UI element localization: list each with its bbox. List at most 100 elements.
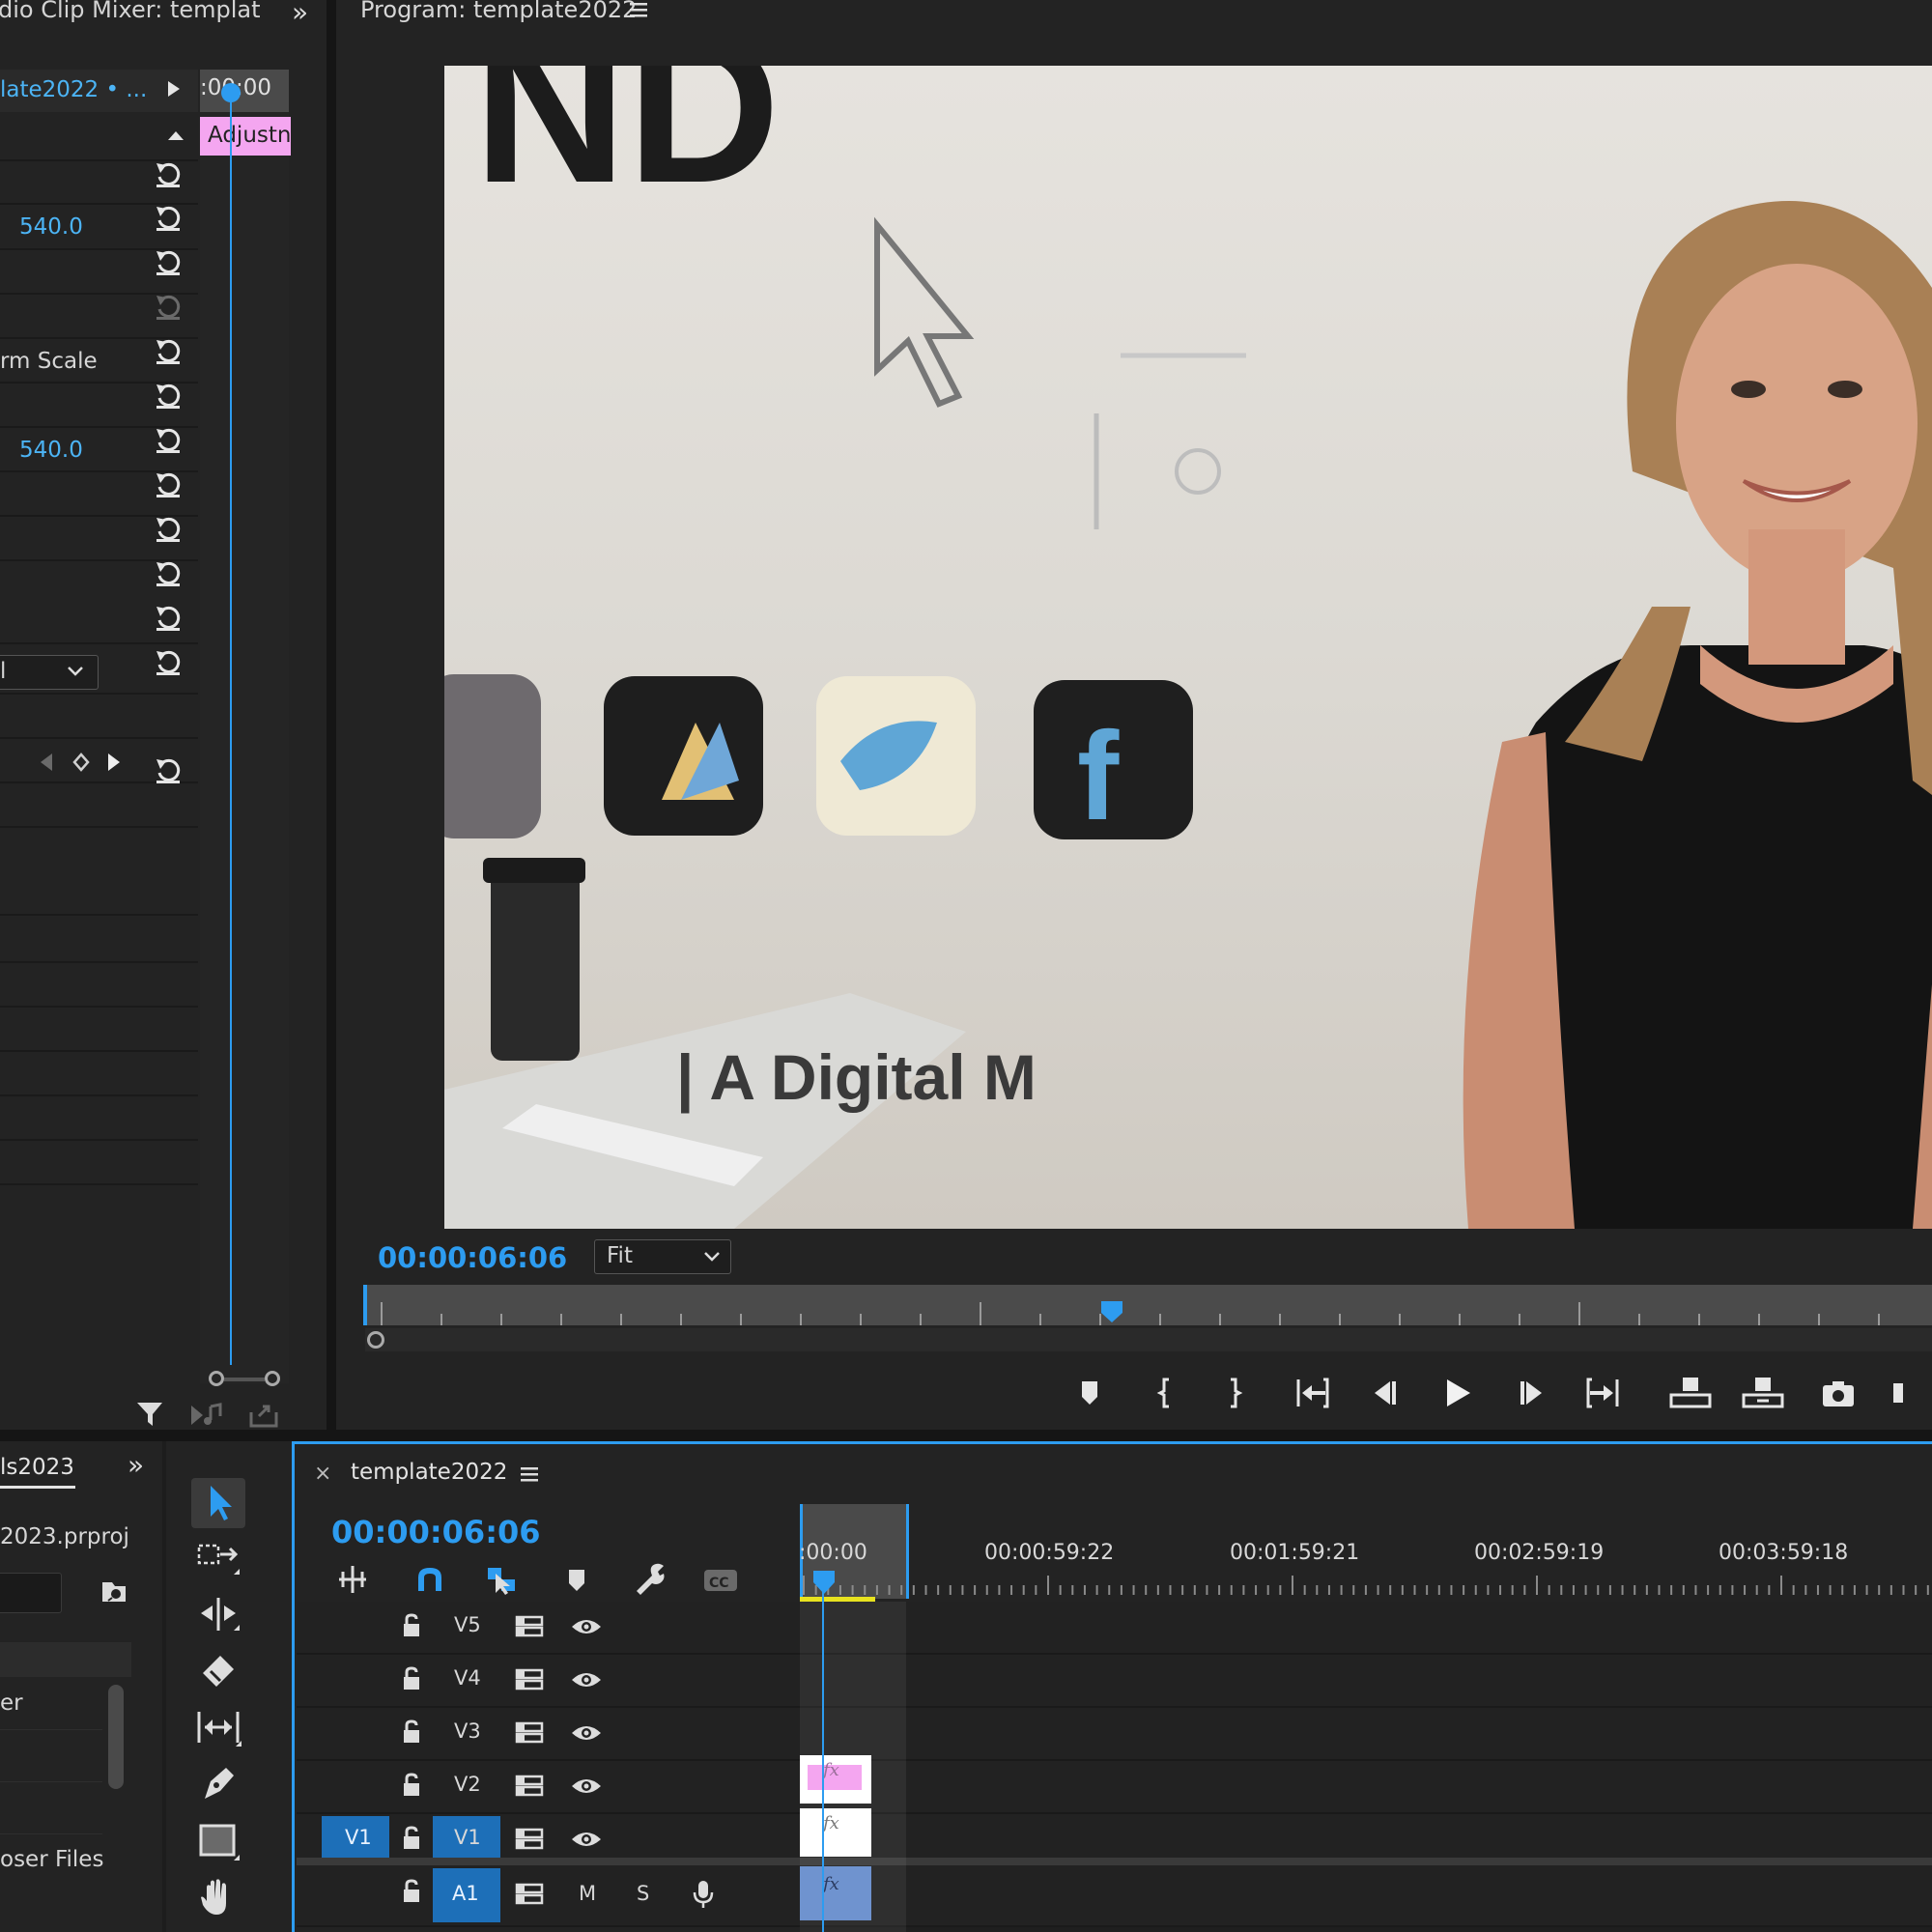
hand-tool[interactable] xyxy=(195,1874,243,1920)
lock-icon[interactable] xyxy=(400,1773,423,1798)
timeline-playhead-line[interactable] xyxy=(822,1575,824,1932)
reset-icon[interactable] xyxy=(153,603,184,634)
lift-icon[interactable] xyxy=(1669,1374,1712,1412)
timeline-playhead-head[interactable] xyxy=(811,1569,837,1596)
timeline-timecode[interactable]: 00:00:06:06 xyxy=(331,1514,541,1550)
program-zoom-bar[interactable] xyxy=(365,1328,1932,1351)
eye-icon[interactable] xyxy=(570,1721,603,1745)
go-to-in-icon[interactable] xyxy=(1293,1374,1331,1412)
program-playhead[interactable] xyxy=(1099,1299,1124,1324)
anchor-x-value[interactable]: 540.0 xyxy=(19,438,83,463)
slip-tool[interactable] xyxy=(195,1704,243,1750)
reset-icon[interactable] xyxy=(153,336,184,367)
project-tab[interactable]: ls2023 xyxy=(0,1455,74,1480)
project-item-2[interactable]: oser Files xyxy=(0,1847,103,1872)
track-select-tool[interactable] xyxy=(195,1536,243,1582)
panel-overflow-icon[interactable]: » xyxy=(128,1449,144,1481)
video-clip-v1[interactable]: fx xyxy=(800,1808,871,1857)
panel-menu-icon[interactable] xyxy=(519,1465,540,1483)
reset-icon[interactable] xyxy=(153,425,184,456)
adjustment-layer-clip[interactable]: fx xyxy=(800,1755,871,1804)
video-audio-separator[interactable] xyxy=(297,1858,1932,1865)
track-target[interactable]: V1 xyxy=(433,1816,500,1862)
lock-icon[interactable] xyxy=(400,1826,423,1851)
pen-tool[interactable] xyxy=(195,1760,243,1806)
export-frame-icon[interactable] xyxy=(1819,1374,1858,1412)
program-video-frame[interactable]: f ND | A Digital M arle xyxy=(444,66,1932,1229)
step-back-icon[interactable] xyxy=(1365,1374,1404,1412)
captions-icon[interactable]: CC xyxy=(700,1564,739,1595)
reset-icon[interactable] xyxy=(153,647,184,678)
panel-divider[interactable] xyxy=(327,0,336,1439)
track-target[interactable]: V4 xyxy=(433,1657,500,1703)
add-keyframe-icon[interactable] xyxy=(71,752,91,773)
blend-mode-dropdown[interactable]: l xyxy=(0,655,99,690)
eye-icon[interactable] xyxy=(570,1668,603,1691)
snap-icon[interactable] xyxy=(412,1564,447,1595)
ec-playhead-head[interactable] xyxy=(221,83,241,102)
audio-only-icon[interactable] xyxy=(189,1403,224,1428)
timeline-tab[interactable]: template2022 xyxy=(351,1460,507,1485)
adjustment-clip[interactable]: Adjustn xyxy=(200,117,291,156)
reset-icon[interactable] xyxy=(153,755,184,786)
project-search-field[interactable] xyxy=(0,1573,62,1613)
sync-lock-icon[interactable] xyxy=(515,1775,544,1798)
ec-zoom-scrollbar[interactable] xyxy=(203,1368,290,1391)
reset-icon[interactable] xyxy=(153,159,184,190)
zoom-dropdown[interactable]: Fit xyxy=(594,1239,731,1274)
lock-icon[interactable] xyxy=(400,1719,423,1745)
project-item-1[interactable]: er xyxy=(0,1690,23,1716)
linked-selection-icon[interactable] xyxy=(484,1564,519,1595)
wrench-icon[interactable] xyxy=(631,1560,669,1595)
extract-icon[interactable] xyxy=(1742,1374,1784,1412)
sequence-label[interactable]: late2022 • ... xyxy=(0,77,147,102)
reset-icon[interactable] xyxy=(153,558,184,589)
program-timecode[interactable]: 00:00:06:06 xyxy=(378,1241,567,1274)
project-scrollbar[interactable] xyxy=(108,1685,124,1789)
audio-clip-a1[interactable]: fx xyxy=(800,1866,871,1920)
panel-overflow-icon[interactable]: » xyxy=(292,0,308,28)
go-to-out-icon[interactable] xyxy=(1584,1374,1623,1412)
reset-icon[interactable] xyxy=(153,469,184,500)
play-clip-icon[interactable] xyxy=(166,79,182,99)
lock-icon[interactable] xyxy=(400,1879,423,1904)
timeline-close-icon[interactable]: × xyxy=(314,1462,331,1486)
mute-button[interactable]: M xyxy=(579,1882,596,1905)
prev-keyframe-icon[interactable] xyxy=(39,752,54,773)
source-patch-v1[interactable]: V1 xyxy=(322,1816,389,1862)
reset-icon[interactable] xyxy=(153,203,184,234)
eye-icon[interactable] xyxy=(570,1615,603,1638)
reset-icon[interactable] xyxy=(153,514,184,545)
ec-playhead-line[interactable] xyxy=(230,85,232,1365)
sync-lock-icon[interactable] xyxy=(515,1828,544,1851)
track-target[interactable]: V5 xyxy=(433,1604,500,1650)
solo-button[interactable]: S xyxy=(637,1882,649,1905)
program-title[interactable]: Program: template2022 xyxy=(360,0,637,23)
position-x-value[interactable]: 540.0 xyxy=(19,214,83,240)
ripple-edit-tool[interactable] xyxy=(195,1592,243,1638)
selection-tool[interactable] xyxy=(191,1478,245,1528)
rectangle-tool[interactable] xyxy=(195,1818,243,1864)
step-forward-icon[interactable] xyxy=(1513,1374,1551,1412)
add-marker-icon[interactable] xyxy=(1070,1374,1109,1412)
eye-icon[interactable] xyxy=(570,1775,603,1798)
insert-nest-icon[interactable] xyxy=(335,1564,370,1595)
export-icon[interactable] xyxy=(247,1401,280,1430)
sync-lock-icon[interactable] xyxy=(515,1883,544,1906)
play-icon[interactable] xyxy=(1437,1374,1476,1412)
voice-over-record-icon[interactable] xyxy=(691,1879,716,1910)
add-marker-icon[interactable] xyxy=(559,1564,594,1595)
mark-out-icon[interactable] xyxy=(1215,1374,1254,1412)
track-target[interactable]: A1 xyxy=(433,1868,500,1922)
list-item[interactable] xyxy=(0,1733,102,1782)
reset-icon[interactable] xyxy=(153,247,184,278)
button-editor-icon[interactable] xyxy=(1891,1374,1930,1412)
reset-icon[interactable] xyxy=(153,292,184,323)
lock-icon[interactable] xyxy=(400,1613,423,1638)
sync-lock-icon[interactable] xyxy=(515,1668,544,1691)
mark-in-icon[interactable] xyxy=(1148,1374,1186,1412)
list-item[interactable] xyxy=(0,1785,102,1834)
reset-icon[interactable] xyxy=(153,381,184,412)
track-target[interactable]: V3 xyxy=(433,1710,500,1756)
sync-lock-icon[interactable] xyxy=(515,1615,544,1638)
